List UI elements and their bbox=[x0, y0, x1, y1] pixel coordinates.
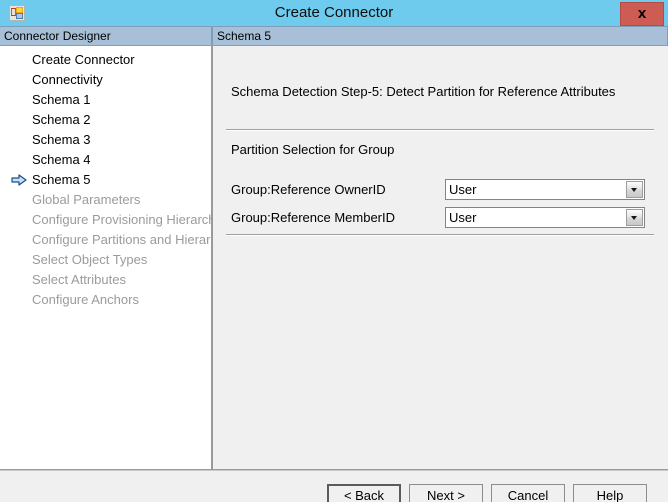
chevron-down-icon[interactable] bbox=[626, 209, 643, 226]
sidebar-item-label: Create Connector bbox=[32, 52, 135, 67]
field-label: Group:Reference MemberID bbox=[231, 210, 396, 225]
sidebar-item-create-connector[interactable]: Create Connector bbox=[0, 50, 211, 70]
cancel-button[interactable]: Cancel bbox=[491, 484, 565, 502]
sidebar-item-select-attributes: Select Attributes bbox=[0, 270, 211, 290]
title-bar[interactable]: Create Connector x bbox=[0, 0, 668, 26]
sidebar-item-schema-3[interactable]: Schema 3 bbox=[0, 130, 211, 150]
step-title: Schema Detection Step-5: Detect Partitio… bbox=[231, 84, 616, 99]
sidebar-item-label: Configure Provisioning Hierarchy bbox=[32, 212, 212, 227]
sidebar-item-global-parameters: Global Parameters bbox=[0, 190, 211, 210]
sidebar-item-configure-anchors: Configure Anchors bbox=[0, 290, 211, 310]
combo-value: User bbox=[449, 210, 477, 225]
connector-designer-pane-header: Connector Designer bbox=[0, 26, 212, 45]
partition-combo-memberid[interactable]: User bbox=[445, 207, 645, 228]
sidebar-item-label: Schema 3 bbox=[32, 132, 91, 147]
sidebar-item-select-object-types: Select Object Types bbox=[0, 250, 211, 270]
help-button[interactable]: Help bbox=[573, 484, 647, 502]
sidebar-item-label: Configure Partitions and Hierarchies bbox=[32, 232, 211, 247]
partition-combo-ownerid[interactable]: User bbox=[445, 179, 645, 200]
sidebar-item-schema-4[interactable]: Schema 4 bbox=[0, 150, 211, 170]
section-label: Partition Selection for Group bbox=[231, 142, 395, 157]
chevron-down-icon[interactable] bbox=[626, 181, 643, 198]
next-button[interactable]: Next > bbox=[409, 484, 483, 502]
sidebar-item-label: Configure Anchors bbox=[32, 292, 139, 307]
sidebar-item-connectivity[interactable]: Connectivity bbox=[0, 70, 211, 90]
schema-pane-header: Schema 5 bbox=[212, 26, 668, 45]
divider-bottom bbox=[226, 234, 654, 236]
window-title: Create Connector bbox=[274, 4, 394, 21]
close-button[interactable]: x bbox=[620, 2, 664, 26]
sidebar-item-schema-2[interactable]: Schema 2 bbox=[0, 110, 211, 130]
schema-5-content-panel: Schema Detection Step-5: Detect Partitio… bbox=[212, 45, 668, 470]
wizard-step-list[interactable]: Create Connector Connectivity Schema 1 Sche… bbox=[0, 45, 212, 470]
combo-value: User bbox=[449, 182, 477, 197]
sidebar-item-configure-partitions-and-hierarchies: Configure Partitions and Hierarchies bbox=[0, 230, 211, 250]
sidebar-item-label: Schema 1 bbox=[32, 92, 91, 107]
field-label: Group:Reference OwnerID bbox=[231, 182, 386, 197]
sidebar-item-label: Schema 4 bbox=[32, 152, 91, 167]
divider-top bbox=[226, 129, 654, 131]
back-button[interactable]: < Back bbox=[327, 484, 401, 502]
right-arrow-icon bbox=[11, 173, 27, 187]
sidebar-item-label: Schema 2 bbox=[32, 112, 91, 127]
sidebar-item-label: Global Parameters bbox=[32, 192, 141, 207]
sidebar-item-schema-5[interactable]: Schema 5 bbox=[0, 170, 211, 190]
sidebar-item-label: Select Object Types bbox=[32, 252, 148, 267]
dialog-client-area: Connector Designer Schema 5 Create Conne… bbox=[0, 26, 668, 502]
sidebar-item-configure-provisioning-hierarchy: Configure Provisioning Hierarchy bbox=[0, 210, 211, 230]
dialog-button-bar: < Back Next > Cancel Help bbox=[0, 470, 668, 502]
create-connector-dialog: Create Connector x Connector Designer Sc… bbox=[0, 0, 668, 502]
sidebar-item-schema-1[interactable]: Schema 1 bbox=[0, 90, 211, 110]
sidebar-item-label: Connectivity bbox=[32, 72, 103, 87]
sidebar-item-label: Schema 5 bbox=[32, 172, 91, 187]
sidebar-item-label: Select Attributes bbox=[32, 272, 126, 287]
